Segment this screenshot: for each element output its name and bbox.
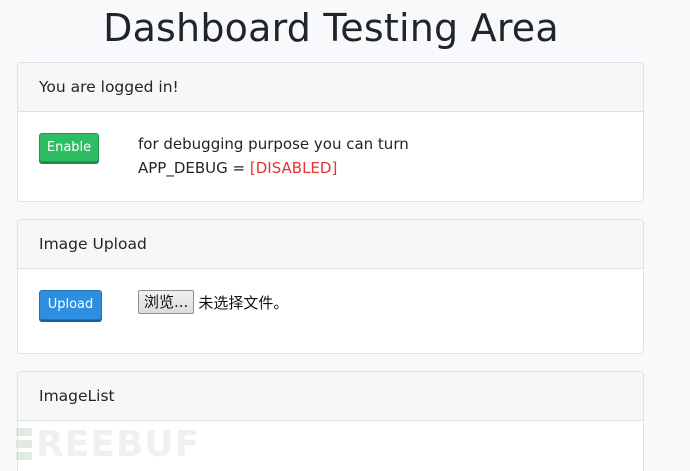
file-status-text: 未选择文件。 (198, 293, 289, 312)
debug-message-line1: for debugging purpose you can turn (138, 135, 409, 153)
enable-debug-button[interactable]: Enable (39, 133, 99, 162)
upload-button[interactable]: Upload (39, 290, 102, 320)
file-input[interactable]: 浏览... 未选择文件。 (138, 290, 288, 314)
login-status-card: You are logged in! Enable for debugging … (17, 62, 644, 202)
debug-message-line2: APP_DEBUG = [DISABLED] (138, 156, 409, 180)
debug-prefix: APP_DEBUG = (138, 159, 250, 177)
login-status-header: You are logged in! (18, 63, 643, 112)
image-upload-card: Image Upload Upload 浏览... 未选择文件。 (17, 219, 644, 354)
debug-status-badge: [DISABLED] (249, 159, 338, 177)
debug-message: for debugging purpose you can turn APP_D… (138, 132, 409, 180)
image-upload-header: Image Upload (18, 220, 643, 269)
dashboard-page: Dashboard Testing Area You are logged in… (0, 0, 690, 471)
image-list-card: ImageList (17, 371, 644, 471)
page-title: Dashboard Testing Area (103, 6, 559, 50)
file-browse-button[interactable]: 浏览... (138, 290, 195, 314)
image-list-header: ImageList (18, 372, 643, 421)
